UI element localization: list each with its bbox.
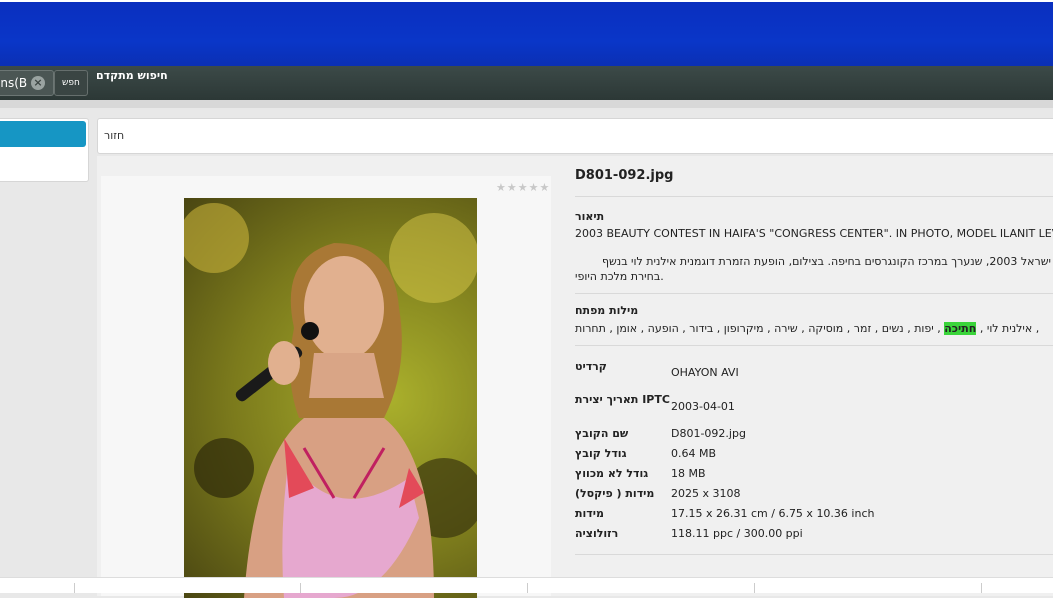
top-header-bar: [0, 0, 1053, 68]
keywords-list: אילנית לוי , חתיכה , יפות , נשים , זמר ,…: [575, 322, 1039, 335]
preview-photo[interactable]: [184, 198, 477, 598]
pixel-dimensions-label: מידות ( פיקסל): [575, 487, 655, 500]
description-hebrew-line1: ישראל 2003, שנערך במרכז הקונגרסים בחיפה.…: [601, 255, 1051, 268]
keywords-label: מילות מפתח: [575, 304, 639, 317]
back-link[interactable]: חזור: [104, 129, 124, 142]
main-content: ★★★★★ D801-092.jpg תיאור 2003 BEAUTY CON…: [97, 156, 1053, 598]
pixel-dimensions-value: 2025 x 3108: [671, 487, 741, 500]
dimensions-label: מידות: [575, 507, 604, 520]
resolution-label: רזולוציה: [575, 527, 619, 540]
filename-label: שם הקובץ: [575, 427, 629, 440]
keyword-highlight[interactable]: חתיכה: [944, 322, 977, 335]
divider: [575, 554, 1053, 555]
file-size-value: 0.64 MB: [671, 447, 717, 460]
uncompressed-size-value: 18 MB: [671, 467, 706, 480]
credit-label: קרדיט: [575, 360, 607, 373]
keywords-start: אילנית לוי ,: [979, 322, 1033, 335]
advanced-search-link[interactable]: חיפוש מתקדם: [96, 69, 168, 82]
divider: [575, 345, 1053, 346]
resolution-value: 118.11 ppc / 300.00 ppi: [671, 527, 803, 540]
search-button[interactable]: חפש: [54, 70, 88, 96]
bottom-bar: [0, 577, 1053, 593]
file-title: D801-092.jpg: [575, 168, 674, 183]
side-panel-button[interactable]: [0, 121, 86, 147]
file-size-label: גודל קובץ: [575, 447, 627, 460]
rating-stars[interactable]: ★★★★★: [496, 181, 550, 194]
singer-photo-illustration: [184, 203, 477, 598]
description-english: 2003 BEAUTY CONTEST IN HAIFA'S "CONGRESS…: [575, 227, 1053, 240]
navigation-bar: ins(B × חפש חיפוש מתקדם: [0, 66, 1053, 100]
filename-value: D801-092.jpg: [671, 427, 746, 440]
credit-value: OHAYON AVI: [671, 366, 739, 379]
image-card: ★★★★★: [101, 176, 551, 598]
description-label: תיאור: [575, 210, 605, 223]
left-side-panel: [0, 118, 89, 182]
dimensions-value: 17.15 x 26.31 cm / 6.75 x 10.36 inch: [671, 507, 875, 520]
divider: [575, 196, 1053, 197]
iptc-date-label: תאריך יצירת IPTC: [575, 393, 670, 406]
image-details: D801-092.jpg תיאור 2003 BEAUTY CONTEST I…: [575, 156, 1053, 596]
search-query-text: ins(B: [0, 76, 28, 90]
clear-icon[interactable]: ×: [31, 76, 45, 90]
uncompressed-size-label: גודל לא מכווץ: [575, 467, 649, 480]
divider: [575, 293, 1053, 294]
iptc-date-value: 2003-04-01: [671, 400, 735, 413]
search-query-chip[interactable]: ins(B ×: [0, 70, 54, 96]
back-bar: חזור: [97, 118, 1053, 154]
divider-strip: [0, 100, 1053, 108]
description-hebrew-line2: בחירת מלכת היופי.: [575, 270, 664, 283]
